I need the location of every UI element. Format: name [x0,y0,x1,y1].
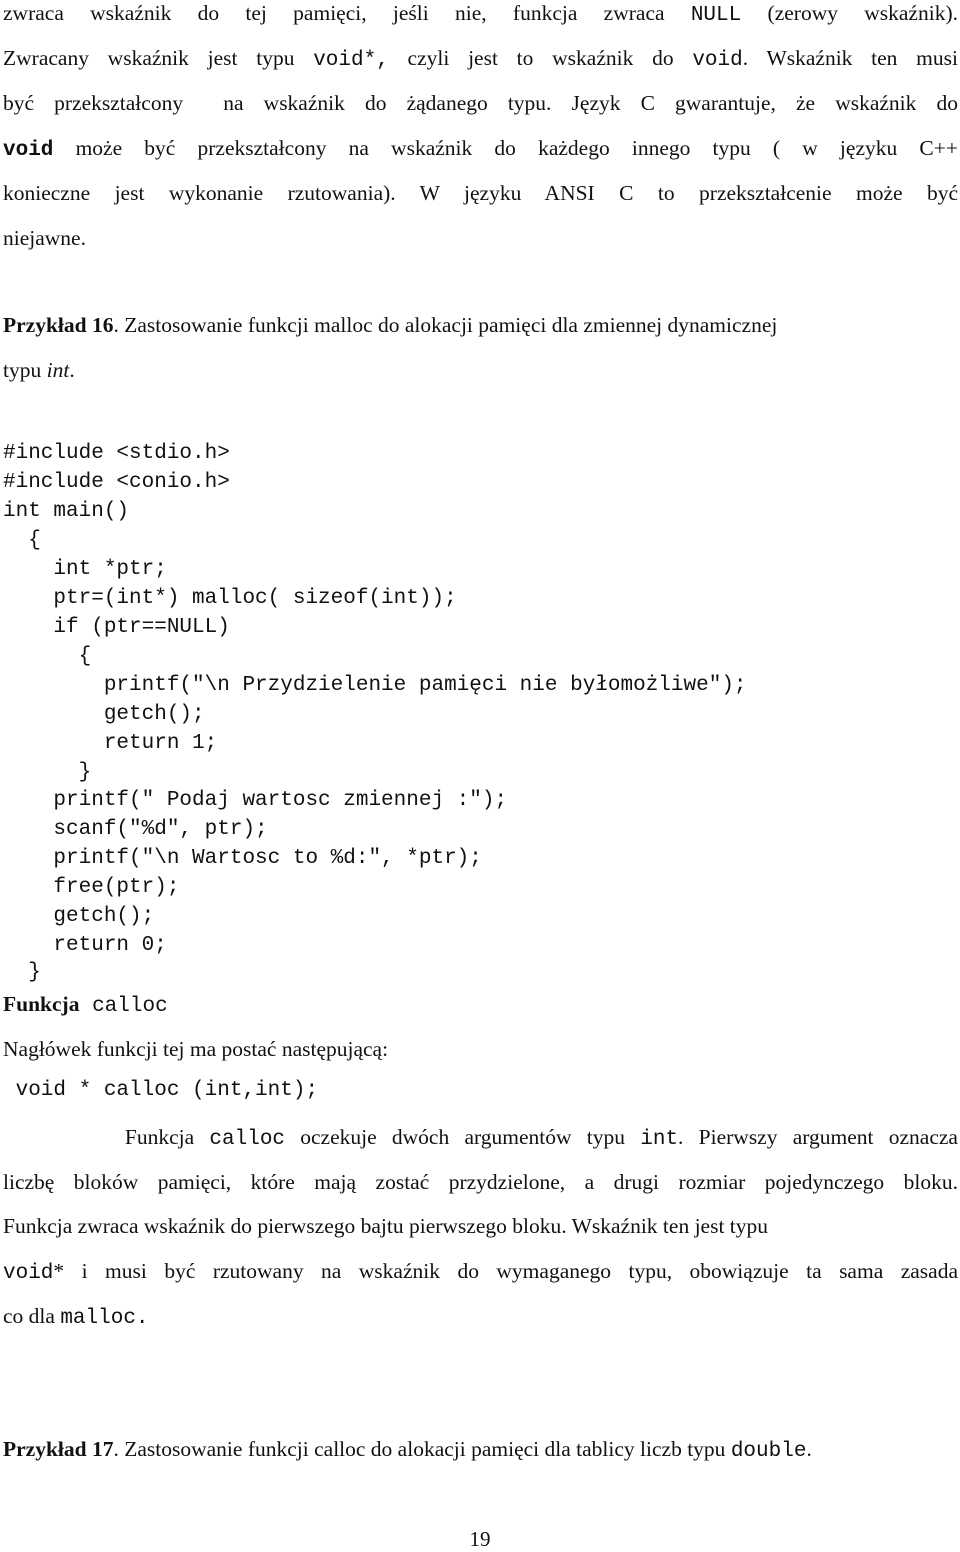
code-line: free(ptr); [3,876,180,899]
code-line: printf(″ Podaj wartosc zmiennej :″); [3,789,508,812]
inline-code: calloc [79,995,168,1018]
code-line: } [3,761,92,784]
example-17-caption: Przykład 17. Zastosowanie funkcji calloc… [3,1436,812,1465]
paragraph-line: Funkcja zwraca wskaźnik do pierwszego ba… [3,1214,769,1238]
text: . Pierwszy argument oznacza [678,1125,958,1149]
text: typu [3,358,47,382]
paragraph-line: być przekształcony na wskaźnik do żądane… [3,91,958,115]
code-line: return 1; [3,732,218,755]
code-line: { [3,645,92,668]
heading-text: Funkcja [3,992,80,1016]
paragraph-line: konieczne jest wykonanie rzutowania). W … [3,181,958,205]
text: . Wskaźnik ten musi [742,46,958,70]
code-line: getch(); [3,905,155,928]
paragraph-line: void* i musi być rzutowany na wskaźnik d… [3,1258,958,1287]
section-heading-calloc: Funkcja calloc [3,991,168,1020]
code-line: getch(); [3,703,205,726]
code-line: #include <conio.h> [3,471,230,494]
text: . [806,1437,812,1461]
paragraph-line: Zwracany wskaźnik jest typu void*, czyli… [3,45,958,74]
paragraph-line: Nagłówek funkcji tej ma postać następują… [3,1037,389,1061]
code-line: { [3,529,41,552]
text: * i musi być rzutowany na wskaźnik do wy… [53,1259,958,1283]
code-line: return 0; [3,934,167,957]
code-line: int main() [3,500,130,523]
text: co dla [3,1304,61,1328]
paragraph-line: zwraca wskaźnik do tej pamięci, jeśli ni… [3,0,958,29]
text: (zerowy wskaźnik). [741,1,958,25]
inline-code: calloc [209,1128,286,1151]
inline-code: void*, [313,49,389,72]
text: zwraca wskaźnik do tej pamięci, jeśli ni… [3,1,691,25]
inline-code: void [3,1262,54,1285]
inline-code: malloc. [60,1307,149,1330]
text: oczekuje dwóch argumentów typu [285,1125,641,1149]
code-line: if (ptr==NULL) [3,616,230,639]
paragraph-line: niejawne. [3,226,86,250]
inline-code: void [692,49,743,72]
paragraph-line: liczbę bloków pamięci, które mają zostać… [3,1170,958,1194]
inline-code: NULL [690,4,742,27]
code-line: #include <stdio.h> [3,442,230,465]
inline-code: double [730,1440,807,1463]
code-line: printf("\n Przydzielenie pamięci nie był… [3,674,747,697]
example-label: Przykład 17 [3,1437,114,1461]
code-line: ptr=(int*) malloc( sizeof(int)); [3,587,457,610]
code-line: scanf("%d", ptr); [3,818,268,841]
code-line: int *ptr; [3,558,167,581]
inline-code: void [3,139,54,162]
text: . [69,358,75,382]
text: . Zastosowanie funkcji calloc do alokacj… [113,1437,731,1461]
text: może być przekształcony na wskaźnik do k… [53,136,958,160]
code-line: printf(″\n Wartosc to %d:″, *ptr); [3,847,482,870]
text: . Zastosowanie funkcji malloc do alokacj… [113,313,778,337]
inline-code: int [640,1128,679,1151]
example-16-caption: Przykład 16. Zastosowanie funkcji malloc… [3,312,777,338]
paragraph-line: co dla malloc. [3,1303,149,1332]
italic-text: int [46,358,70,382]
text: czyli jest to wskaźnik do [388,46,693,70]
text: Zwracany wskaźnik jest typu [3,46,314,70]
function-signature: void * calloc (int,int); [3,1079,319,1102]
example-label: Przykład 16 [3,313,114,337]
example-16-caption-cont: typu int. [3,357,75,383]
code-line: } [3,961,41,984]
page-number: 19 [469,1527,491,1551]
paragraph-line: Funkcja calloc oczekuje dwóch argumentów… [3,1124,958,1153]
text: Funkcja [3,1125,210,1149]
paragraph-line: void może być przekształcony na wskaźnik… [3,135,958,164]
